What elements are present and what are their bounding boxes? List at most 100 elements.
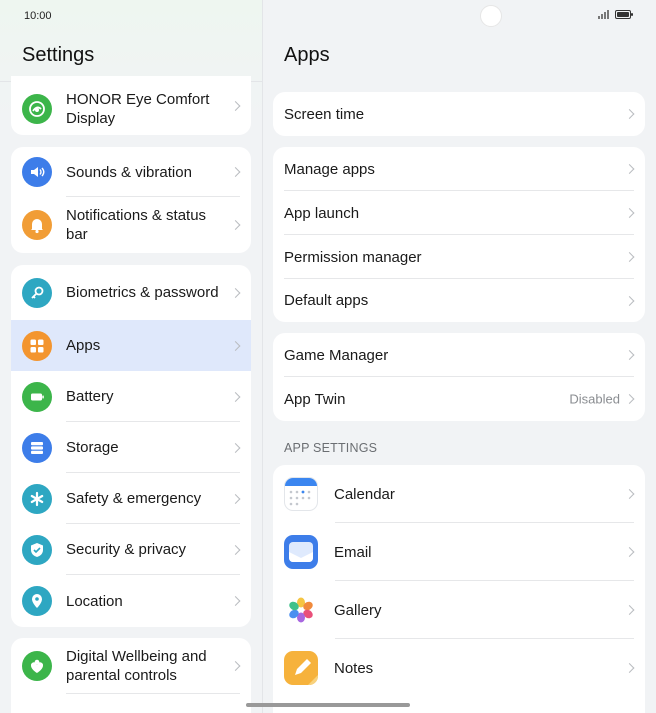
chevron-right-icon [624,164,635,174]
settings-group: Digital Wellbeing and parental controls [11,638,251,713]
app-settings-group: Calendar Email Gallery Notes [273,465,645,713]
sidebar-item-label: Notifications & status bar [66,207,207,243]
app-calendar-item[interactable]: Calendar [273,465,645,523]
chevron-right-icon [230,442,241,453]
sidebar-item-safety[interactable]: Safety & emergency [11,473,251,524]
sidebar-item-security[interactable]: Security & privacy [11,524,251,575]
sidebar-item-eye-comfort[interactable]: HONOR Eye Comfort Display [11,76,251,135]
key-icon [22,277,52,308]
gallery-icon [284,593,318,627]
item-label: Gallery [334,601,382,619]
app-notes-item[interactable]: Notes [273,639,645,697]
sidebar-item-biometrics[interactable]: Biometrics & password [11,265,251,320]
chevron-right-icon [624,252,635,262]
sidebar-item-label: Storage [66,439,119,456]
sidebar-item-notifications[interactable]: Notifications & status bar [11,197,251,253]
app-twin-status: Disabled [569,391,620,407]
email-icon [284,535,318,569]
battery-status-icon [615,10,633,19]
sidebar-item-label: HONOR Eye Comfort Display [66,90,210,127]
page-title: Apps [284,44,330,66]
settings-pane: 10:00 Settings HONOR Eye Comfort Display… [0,0,262,713]
item-label: Calendar [334,485,395,503]
sidebar-item-label: Battery [66,388,114,405]
status-icons [598,10,633,19]
apps-pane: Apps Screen time Manage apps App launch … [263,0,656,713]
chevron-right-icon [624,295,635,306]
settings-group: HONOR Eye Comfort Display [11,76,251,135]
sidebar-item-apps[interactable]: Apps [11,320,251,371]
item-label: Notes [334,659,374,677]
sidebar-item-storage[interactable]: Storage [11,422,251,473]
bell-icon [22,210,52,240]
sidebar-item-label: Digital Wellbeing and parental controls [66,648,207,684]
item-label: Permission manager [284,248,422,266]
divider [66,693,240,694]
chevron-right-icon [624,109,635,119]
notes-icon [284,651,318,685]
sidebar-item-label: Safety & emergency [66,490,202,507]
sidebar-item-label: Sounds & vibration [66,163,192,181]
signal-icon [598,10,609,19]
settings-group: Sounds & vibration Notifications & statu… [11,147,251,253]
apps-group: Game Manager App Twin Disabled [273,333,645,421]
chevron-right-icon [624,547,635,557]
chevron-right-icon [624,663,635,673]
item-label: App Twin [284,390,346,408]
asterisk-icon [22,483,52,514]
sidebar-item-digital-wellbeing[interactable]: Digital Wellbeing and parental controls [11,638,251,694]
item-label: Manage apps [284,160,375,178]
app-gallery-item[interactable]: Gallery [273,581,645,639]
camera-cutout [480,5,502,27]
game-manager-item[interactable]: Game Manager [273,333,645,377]
chevron-right-icon [230,544,241,555]
sidebar-item-location[interactable]: Location [11,575,251,627]
sidebar-item-label: Biometrics & password [66,284,219,301]
permission-manager-item[interactable]: Permission manager [273,235,645,279]
chevron-right-icon [624,394,635,404]
storage-icon [22,432,52,463]
apps-group: Screen time [273,92,645,136]
app-twin-item[interactable]: App Twin Disabled [273,377,645,421]
location-pin-icon [22,586,52,616]
section-header: APP SETTINGS [284,441,378,455]
app-email-item[interactable]: Email [273,523,645,581]
item-label: Screen time [284,105,365,123]
home-indicator[interactable] [246,703,410,707]
item-label: App launch [284,204,360,222]
screen-time-item[interactable]: Screen time [273,92,645,136]
battery-icon [22,381,52,412]
chevron-right-icon [624,605,635,615]
speaker-icon [22,157,52,187]
chevron-right-icon [230,596,241,606]
apps-group: Manage apps App launch Permission manage… [273,147,645,322]
manage-apps-item[interactable]: Manage apps [273,147,645,191]
chevron-right-icon [624,350,635,360]
chevron-right-icon [624,208,635,218]
item-label: Game Manager [284,346,389,364]
item-label: Email [334,543,372,561]
default-apps-item[interactable]: Default apps [273,279,645,322]
apps-grid-icon [22,330,52,361]
app-launch-item[interactable]: App launch [273,191,645,235]
chevron-right-icon [230,287,241,298]
chevron-right-icon [230,220,241,230]
shield-check-icon [22,534,52,565]
chevron-right-icon [624,489,635,499]
chevron-right-icon [230,100,241,111]
settings-group: Biometrics & password Apps Battery Stora… [11,265,251,627]
chevron-right-icon [230,391,241,402]
eye-comfort-icon [22,93,52,124]
status-time: 10:00 [24,10,52,22]
sidebar-item-label: Security & privacy [66,541,187,558]
calendar-icon [284,477,318,511]
sidebar-item-label: Apps [66,337,101,354]
chevron-right-icon [230,167,241,177]
chevron-right-icon [230,340,241,351]
chevron-right-icon [230,493,241,504]
sidebar-item-label: Location [66,592,123,610]
sidebar-item-battery[interactable]: Battery [11,371,251,422]
sidebar-item-sounds[interactable]: Sounds & vibration [11,147,251,197]
item-label: Default apps [284,292,369,309]
page-title: Settings [22,44,95,66]
